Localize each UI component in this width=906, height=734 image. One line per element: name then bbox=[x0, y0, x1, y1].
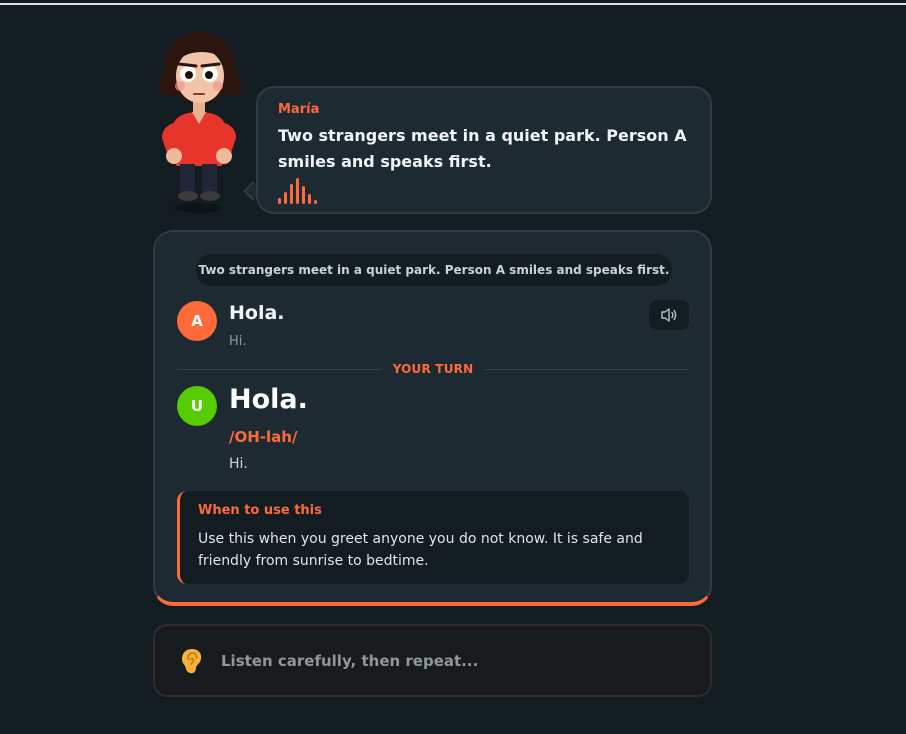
speaker-name: María bbox=[278, 102, 320, 117]
speaker-a-line: Hola. bbox=[229, 302, 285, 324]
top-divider bbox=[0, 3, 906, 5]
your-turn-divider: YOUR TURN bbox=[177, 360, 690, 378]
listen-prompt-text: Listen carefully, then repeat... bbox=[221, 651, 479, 670]
speech-text: Two strangers meet in a quiet park. Pers… bbox=[278, 126, 687, 171]
scene-description: Two strangers meet in a quiet park. Pers… bbox=[196, 254, 672, 286]
usage-note-title: When to use this bbox=[198, 503, 322, 518]
usage-note-body: Use this when you greet anyone you do no… bbox=[198, 531, 643, 569]
user-line-translation: Hi. bbox=[229, 456, 248, 472]
user-line-phonetic: /OH-lah/ bbox=[229, 428, 298, 446]
your-turn-label: YOUR TURN bbox=[392, 362, 474, 376]
maria-character-illustration bbox=[150, 26, 250, 216]
dialogue-card: Two strangers meet in a quiet park. Pers… bbox=[153, 230, 712, 606]
listen-prompt-bar[interactable]: Listen carefully, then repeat... bbox=[153, 624, 712, 697]
speaker-a-translation: Hi. bbox=[229, 334, 247, 349]
user-line: Hola. bbox=[229, 384, 308, 415]
divider-line-left bbox=[177, 368, 381, 370]
speaker-a-avatar: A bbox=[177, 301, 217, 341]
character-speech-bubble: María Two strangers meet in a quiet park… bbox=[256, 86, 712, 214]
usage-note: When to use this Use this when you greet… bbox=[177, 491, 689, 584]
audio-wave-icon bbox=[278, 178, 690, 204]
play-audio-button[interactable] bbox=[649, 300, 689, 330]
ear-icon bbox=[182, 648, 202, 673]
divider-line-right bbox=[485, 368, 690, 370]
user-avatar: U bbox=[177, 386, 217, 426]
speaker-icon bbox=[661, 308, 677, 322]
